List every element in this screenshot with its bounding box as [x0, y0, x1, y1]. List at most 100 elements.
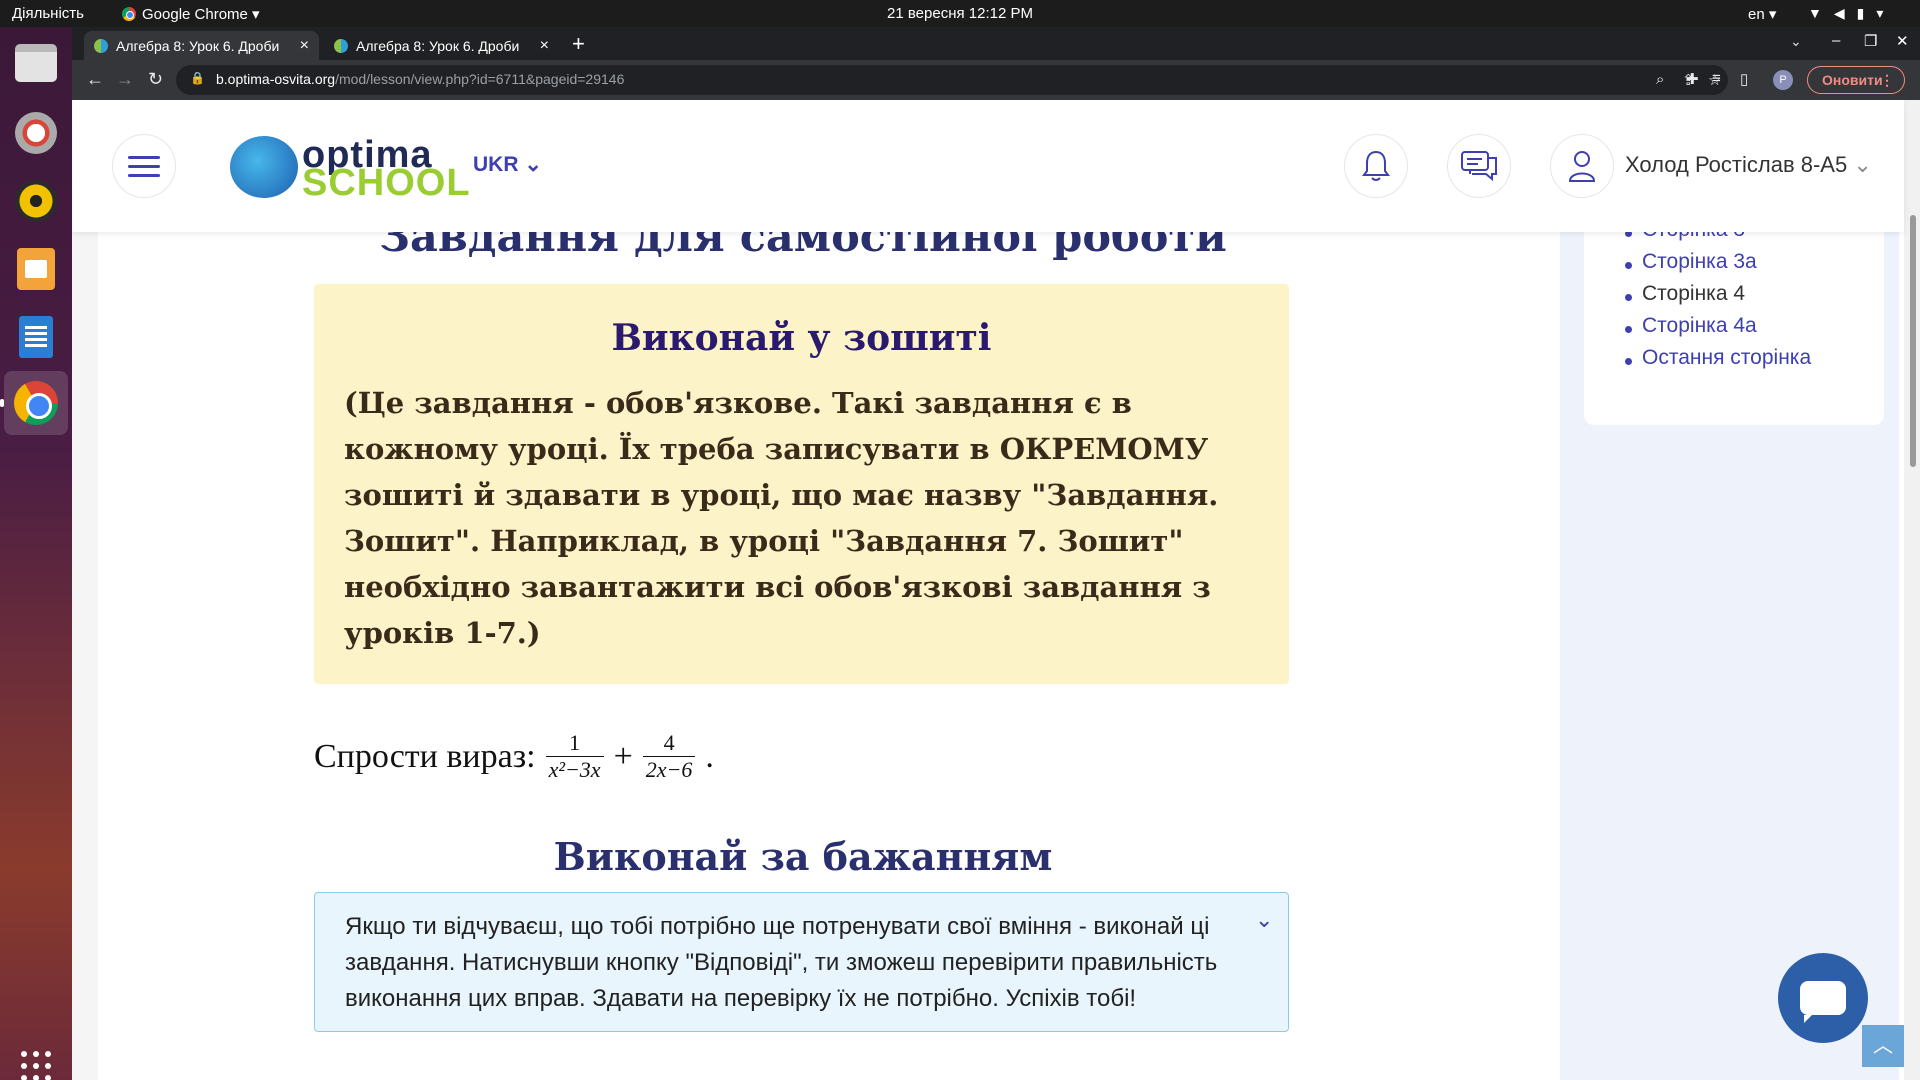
dock-impress[interactable]	[12, 245, 60, 293]
optional-text: Якщо ти відчуваєш, що тобі потрібно ще п…	[345, 913, 1218, 1012]
tab-title: Алгебра 8: Урок 6. Дроби	[116, 37, 280, 54]
mandatory-task-box: Виконай у зошиті (Це завдання - обов'язк…	[314, 284, 1289, 684]
dock-files[interactable]	[12, 39, 60, 87]
task-text: (Це завдання - обов'язкове. Такі завданн…	[344, 386, 1219, 650]
task-title: Виконай у зошиті	[611, 317, 992, 359]
volume-icon: ◀	[1833, 5, 1845, 21]
language-label: UKR	[473, 153, 519, 176]
tab-search-chevron-icon[interactable]: ⌄	[1790, 33, 1802, 50]
lesson-page-link[interactable]: Остання сторінка	[1642, 346, 1811, 369]
lesson-page-link[interactable]: Сторінка 4а	[1642, 314, 1757, 337]
user-avatar-button[interactable]	[1550, 134, 1614, 198]
fraction-2-denominator: 2x−6	[642, 756, 696, 783]
lesson-page-item: Сторінка 4	[1624, 282, 1811, 314]
close-window-icon[interactable]: ✕	[1896, 32, 1909, 50]
fraction-1-numerator: 1	[569, 730, 581, 755]
hamburger-icon	[128, 156, 160, 159]
user-menu[interactable]: Холод Ростіслав 8-А5 ⌄	[1625, 152, 1872, 178]
lock-icon: 🔒	[190, 71, 205, 85]
lesson-page-current: Сторінка 4	[1642, 282, 1746, 305]
fraction-2: 4 2x−6	[642, 730, 696, 783]
chat-icon	[1461, 151, 1497, 182]
site-logo[interactable]: optima SCHOOL	[230, 132, 470, 204]
clock[interactable]: 21 вересня 12:12 PM	[0, 5, 1920, 22]
scroll-to-top-button[interactable]: ︿	[1862, 1025, 1904, 1067]
update-button[interactable]: Оновити ⋮	[1807, 66, 1905, 94]
optional-task-box[interactable]: Якщо ти відчуваєш, що тобі потрібно ще п…	[314, 892, 1289, 1032]
dock-rhythmbox[interactable]	[12, 177, 60, 225]
tab-2[interactable]: Алгебра 8: Урок 6. Дроби ×	[324, 31, 559, 60]
period: .	[705, 737, 714, 775]
minimize-icon[interactable]: –	[1832, 32, 1840, 49]
dock	[0, 27, 72, 1080]
hamburger-icon-bar	[128, 165, 160, 168]
rhythmbox-icon	[15, 180, 57, 222]
browser-toolbar: ← → ↻ 🔒 b.optima-osvita.org/mod/lesson/v…	[72, 60, 1920, 100]
wifi-icon: ▼	[1808, 5, 1822, 21]
profile-avatar[interactable]: P	[1773, 70, 1793, 90]
chat-bubble-icon	[1800, 981, 1846, 1023]
new-tab-plus-icon[interactable]: +	[572, 31, 585, 57]
address-bar[interactable]: 🔒 b.optima-osvita.org/mod/lesson/view.ph…	[176, 65, 1728, 95]
user-icon	[1568, 151, 1596, 182]
plus-sign: +	[613, 737, 633, 775]
site-favicon-icon	[334, 38, 348, 53]
close-icon[interactable]: ×	[540, 37, 549, 55]
logo-globe-icon	[230, 136, 298, 198]
tab-active[interactable]: Алгебра 8: Урок 6. Дроби ×	[84, 31, 319, 60]
dock-installer[interactable]	[12, 109, 60, 157]
show-applications-icon[interactable]	[21, 1051, 51, 1080]
lesson-page-list: Сторінка 3 Сторінка 3а Сторінка 4 Сторін…	[1624, 218, 1811, 378]
close-icon[interactable]: ×	[300, 37, 309, 55]
back-arrow-icon[interactable]: ←	[86, 69, 104, 90]
optional-section-title: Виконай за бажанням	[553, 834, 1053, 879]
lesson-page-item[interactable]: Остання сторінка	[1624, 346, 1811, 378]
language-switcher[interactable]: UKR ⌄	[473, 152, 542, 177]
support-chat-button[interactable]	[1778, 953, 1868, 1043]
site-favicon-icon	[94, 38, 108, 53]
user-name: Холод Ростіслав 8-А5	[1625, 152, 1848, 177]
system-tray[interactable]: ▼ ◀ ▮ ▾	[1808, 5, 1883, 22]
dock-writer[interactable]	[12, 313, 60, 361]
fraction-1-denominator: x²−3x	[545, 756, 604, 783]
side-panel-icon[interactable]: ▯	[1740, 70, 1748, 88]
writer-icon	[19, 316, 53, 358]
messages-button[interactable]	[1447, 134, 1511, 198]
site-header: optima SCHOOL UKR ⌄ Холод Ростіслав 8-А5…	[72, 100, 1904, 232]
forward-arrow-icon[interactable]: →	[116, 69, 134, 90]
lesson-page-link[interactable]: Сторінка 3а	[1642, 250, 1757, 273]
reading-list-icon[interactable]: ≡	[1712, 70, 1721, 87]
url-host: b.optima-osvita.org	[216, 71, 336, 87]
update-label: Оновити	[1822, 72, 1883, 88]
battery-icon: ▮	[1856, 5, 1865, 21]
power-menu-icon: ▾	[1876, 5, 1884, 21]
chevron-up-icon: ︿	[1873, 1035, 1893, 1057]
chevron-down-icon[interactable]: ⌄	[1255, 907, 1273, 933]
web-page: Сторінка 3 Сторінка 3а Сторінка 4 Сторін…	[72, 100, 1920, 1080]
tab-strip: Алгебра 8: Урок 6. Дроби × Алгебра 8: Ур…	[72, 27, 1920, 60]
reload-icon[interactable]: ↻	[148, 69, 163, 90]
logo-text-school: SCHOOL	[302, 162, 471, 204]
chrome-icon	[14, 381, 58, 425]
extensions-icon[interactable]: ✚	[1686, 70, 1699, 88]
dock-chrome[interactable]	[0, 371, 68, 435]
page-scrollbar-thumb[interactable]	[1910, 215, 1916, 467]
chevron-down-icon: ⌄	[524, 153, 542, 176]
tab-title: Алгебра 8: Урок 6. Дроби	[356, 37, 520, 54]
url-path: /mod/lesson/view.php?id=6711&pageid=2914…	[335, 71, 625, 87]
lesson-page-item[interactable]: Сторінка 4а	[1624, 314, 1811, 346]
hamburger-icon-bar	[128, 174, 160, 177]
zoom-icon[interactable]: ⌕	[1656, 71, 1664, 88]
keyboard-language[interactable]: en ▾	[1748, 5, 1776, 23]
chevron-down-icon: ⌄	[1853, 152, 1872, 177]
impress-icon	[17, 248, 55, 290]
lesson-page-item[interactable]: Сторінка 3а	[1624, 250, 1811, 282]
expression-label: Спрости вираз:	[314, 737, 536, 775]
notifications-button[interactable]	[1344, 134, 1408, 198]
menu-dots-icon: ⋮	[1880, 72, 1894, 88]
fraction-2-numerator: 4	[663, 730, 675, 755]
installer-icon	[15, 112, 57, 154]
restore-icon[interactable]: ❐	[1864, 32, 1877, 50]
menu-button[interactable]	[112, 134, 176, 198]
fraction-1: 1 x²−3x	[545, 730, 604, 783]
